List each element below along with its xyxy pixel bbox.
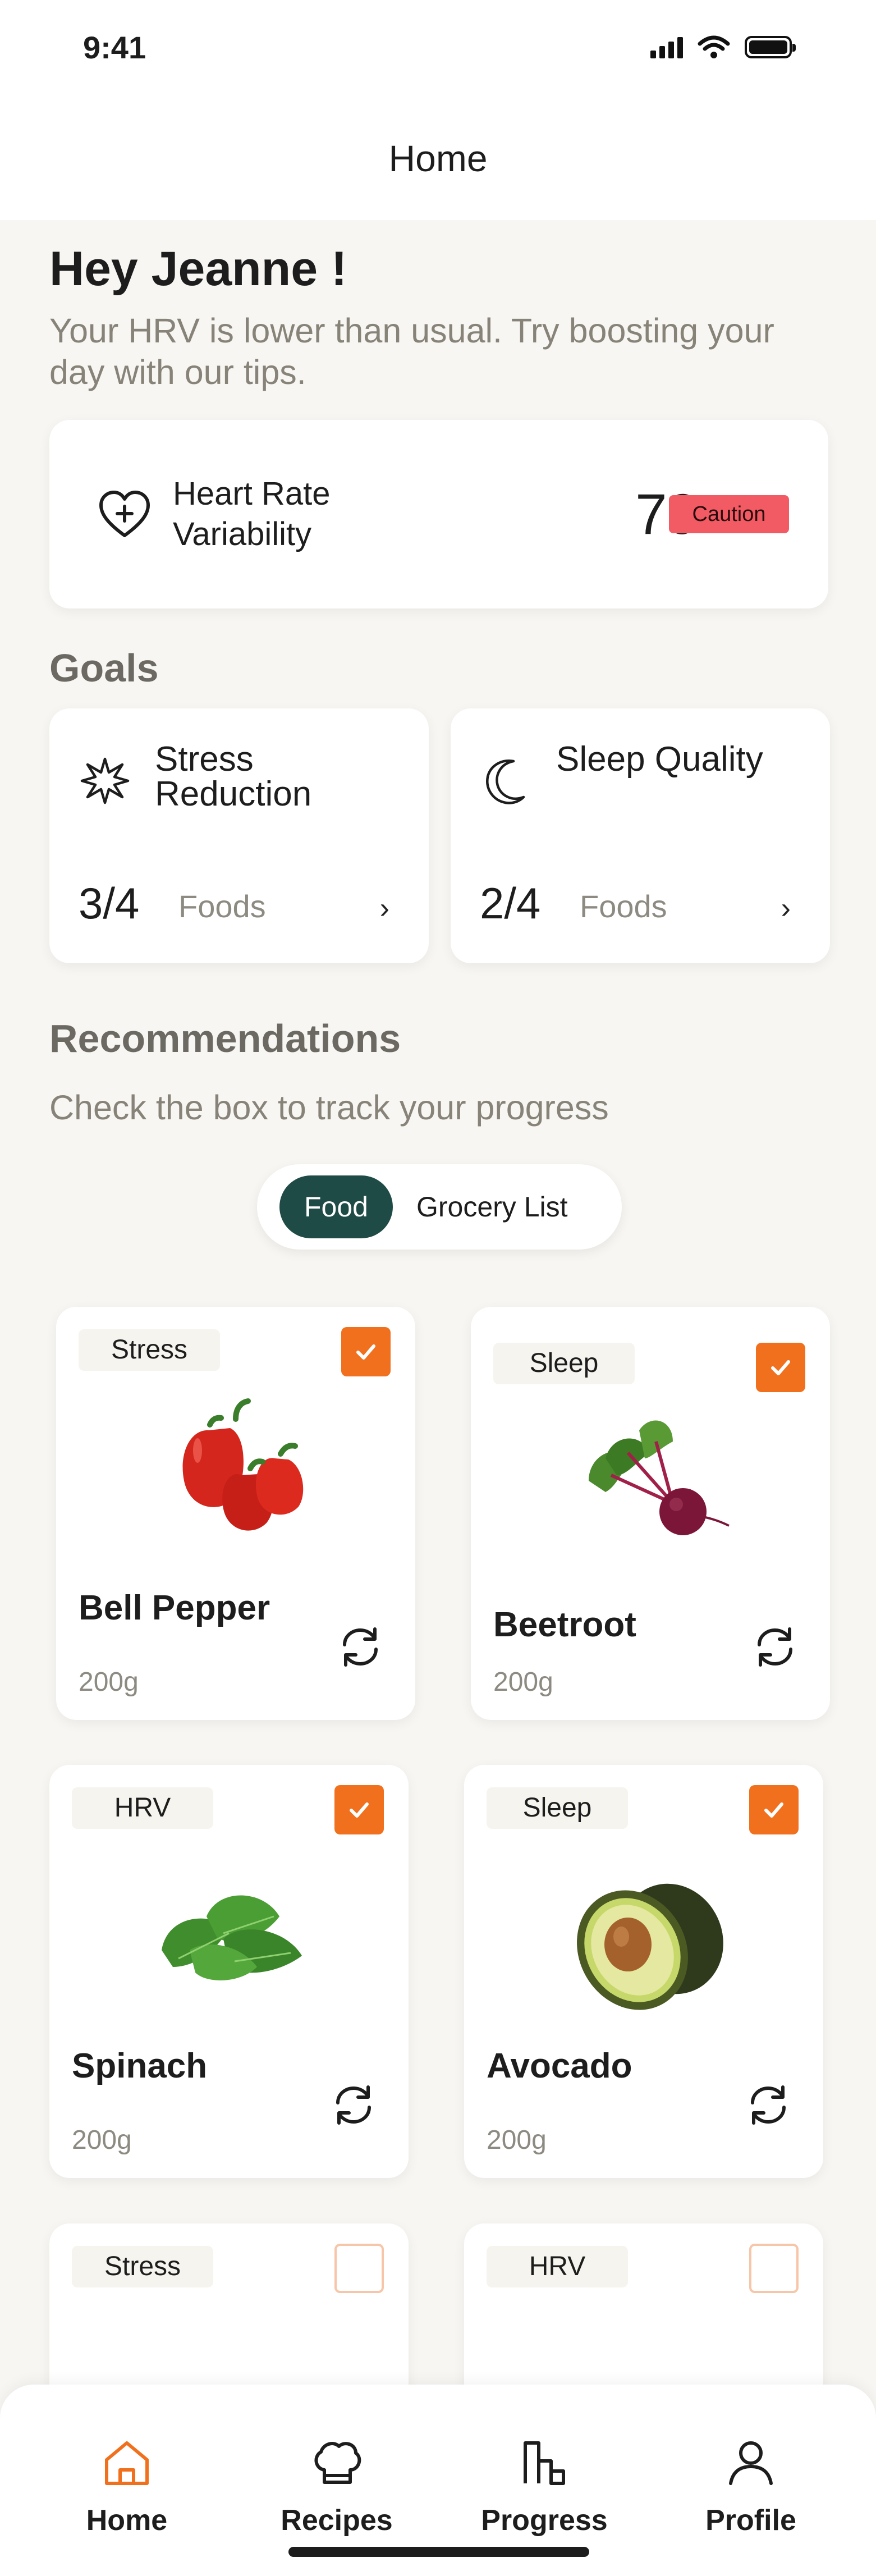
moon-icon [486, 759, 525, 804]
avocado-image [577, 1883, 723, 2010]
cellular-signal-icon [650, 36, 683, 58]
progress-chart-icon [524, 2441, 565, 2485]
category-tag: Stress [72, 2246, 213, 2287]
status-icons [650, 35, 796, 60]
food-checkbox[interactable] [341, 1327, 391, 1376]
category-tag: Sleep [487, 1787, 628, 1829]
swap-icon[interactable] [751, 1623, 799, 1671]
food-checkbox[interactable] [749, 1785, 799, 1834]
greeting-message: Your HRV is lower than usual. Try boosti… [49, 312, 774, 391]
tab-food[interactable]: Food [279, 1175, 393, 1238]
sparkle-icon [80, 757, 130, 804]
heart-plus-icon [99, 491, 150, 537]
battery-icon [745, 36, 796, 58]
goal-card-stress-reduction[interactable]: Stress Reduction 3/4 Foods › [49, 708, 429, 963]
swap-icon[interactable] [330, 2081, 377, 2129]
user-icon [729, 2441, 773, 2485]
food-card-bell-pepper[interactable]: Stress Bell Pepper 200g [56, 1307, 415, 1720]
greeting-title: Hey Jeanne ! [49, 242, 347, 296]
goal-unit: Foods [178, 889, 266, 924]
food-checkbox[interactable] [756, 1343, 805, 1392]
check-icon [764, 1802, 783, 1818]
bell-pepper-image [182, 1398, 304, 1531]
food-name: Beetroot [493, 1605, 636, 1644]
goal-progress: 2/4 [480, 879, 541, 928]
goal-unit: Foods [580, 889, 667, 924]
nav-item-home[interactable]: Home [54, 2435, 200, 2537]
food-checkbox[interactable] [749, 2244, 799, 2293]
swap-icon[interactable] [337, 1623, 384, 1671]
food-grocery-toggle: Food Grocery List [257, 1164, 622, 1250]
nav-item-profile[interactable]: Profile [678, 2435, 824, 2537]
check-icon [356, 1344, 375, 1360]
category-tag: Stress [79, 1329, 220, 1371]
food-weight: 200g [493, 1667, 553, 1697]
goal-progress: 3/4 [79, 879, 140, 928]
food-weight: 200g [487, 2125, 547, 2155]
nav-item-progress[interactable]: Progress [471, 2435, 617, 2537]
category-tag: HRV [487, 2246, 628, 2287]
hrv-card[interactable]: Heart Rate Variability 79 Caution [49, 420, 828, 608]
wifi-icon [698, 35, 730, 58]
goal-label: Stress Reduction [155, 740, 312, 813]
category-tag: HRV [72, 1787, 213, 1829]
food-weight: 200g [72, 2125, 132, 2155]
food-checkbox[interactable] [334, 1785, 384, 1834]
bottom-navigation: Home Recipes Progress Profile [0, 2385, 876, 2576]
home-indicator [288, 2547, 589, 2557]
food-card-avocado[interactable]: Sleep Avocado 200g [464, 1765, 823, 2178]
status-badge: Caution [669, 495, 789, 533]
food-name: Bell Pepper [79, 1589, 270, 1627]
chef-hat-icon [314, 2442, 361, 2484]
food-checkbox[interactable] [334, 2244, 384, 2293]
food-name: Spinach [72, 2047, 208, 2085]
category-tag: Sleep [493, 1343, 635, 1384]
nav-item-recipes[interactable]: Recipes [264, 2435, 410, 2537]
food-name: Avocado [487, 2047, 632, 2085]
recommendations-subtitle: Check the box to track your progress [49, 1088, 609, 1127]
chevron-right-icon[interactable]: › [380, 894, 389, 923]
beetroot-image [589, 1420, 730, 1535]
status-time: 9:41 [83, 30, 146, 65]
check-icon [771, 1360, 790, 1375]
nav-label: Profile [705, 2504, 796, 2537]
food-card-spinach[interactable]: HRV Spinach 200g [49, 1765, 409, 2178]
home-icon [105, 2441, 149, 2485]
nav-label: Recipes [281, 2504, 393, 2537]
goal-card-sleep-quality[interactable]: Sleep Quality 2/4 Foods › [451, 708, 830, 963]
page-title: Home [388, 138, 488, 179]
check-icon [350, 1802, 369, 1818]
top-bar: 9:41 Home [0, 0, 876, 220]
hrv-label: Heart Rate Variability [173, 475, 331, 552]
goal-label: Sleep Quality [556, 740, 763, 779]
nav-label: Progress [481, 2504, 608, 2537]
recommendations-title: Recommendations [49, 1017, 401, 1060]
goals-title: Goals [49, 646, 159, 690]
food-weight: 200g [79, 1667, 139, 1697]
spinach-image [162, 1895, 302, 1980]
chevron-right-icon[interactable]: › [781, 894, 791, 923]
nav-label: Home [86, 2504, 168, 2537]
tab-grocery-list[interactable]: Grocery List [416, 1175, 568, 1238]
food-card-beetroot[interactable]: Sleep Beetroot 200g [471, 1307, 830, 1720]
swap-icon[interactable] [745, 2081, 792, 2129]
